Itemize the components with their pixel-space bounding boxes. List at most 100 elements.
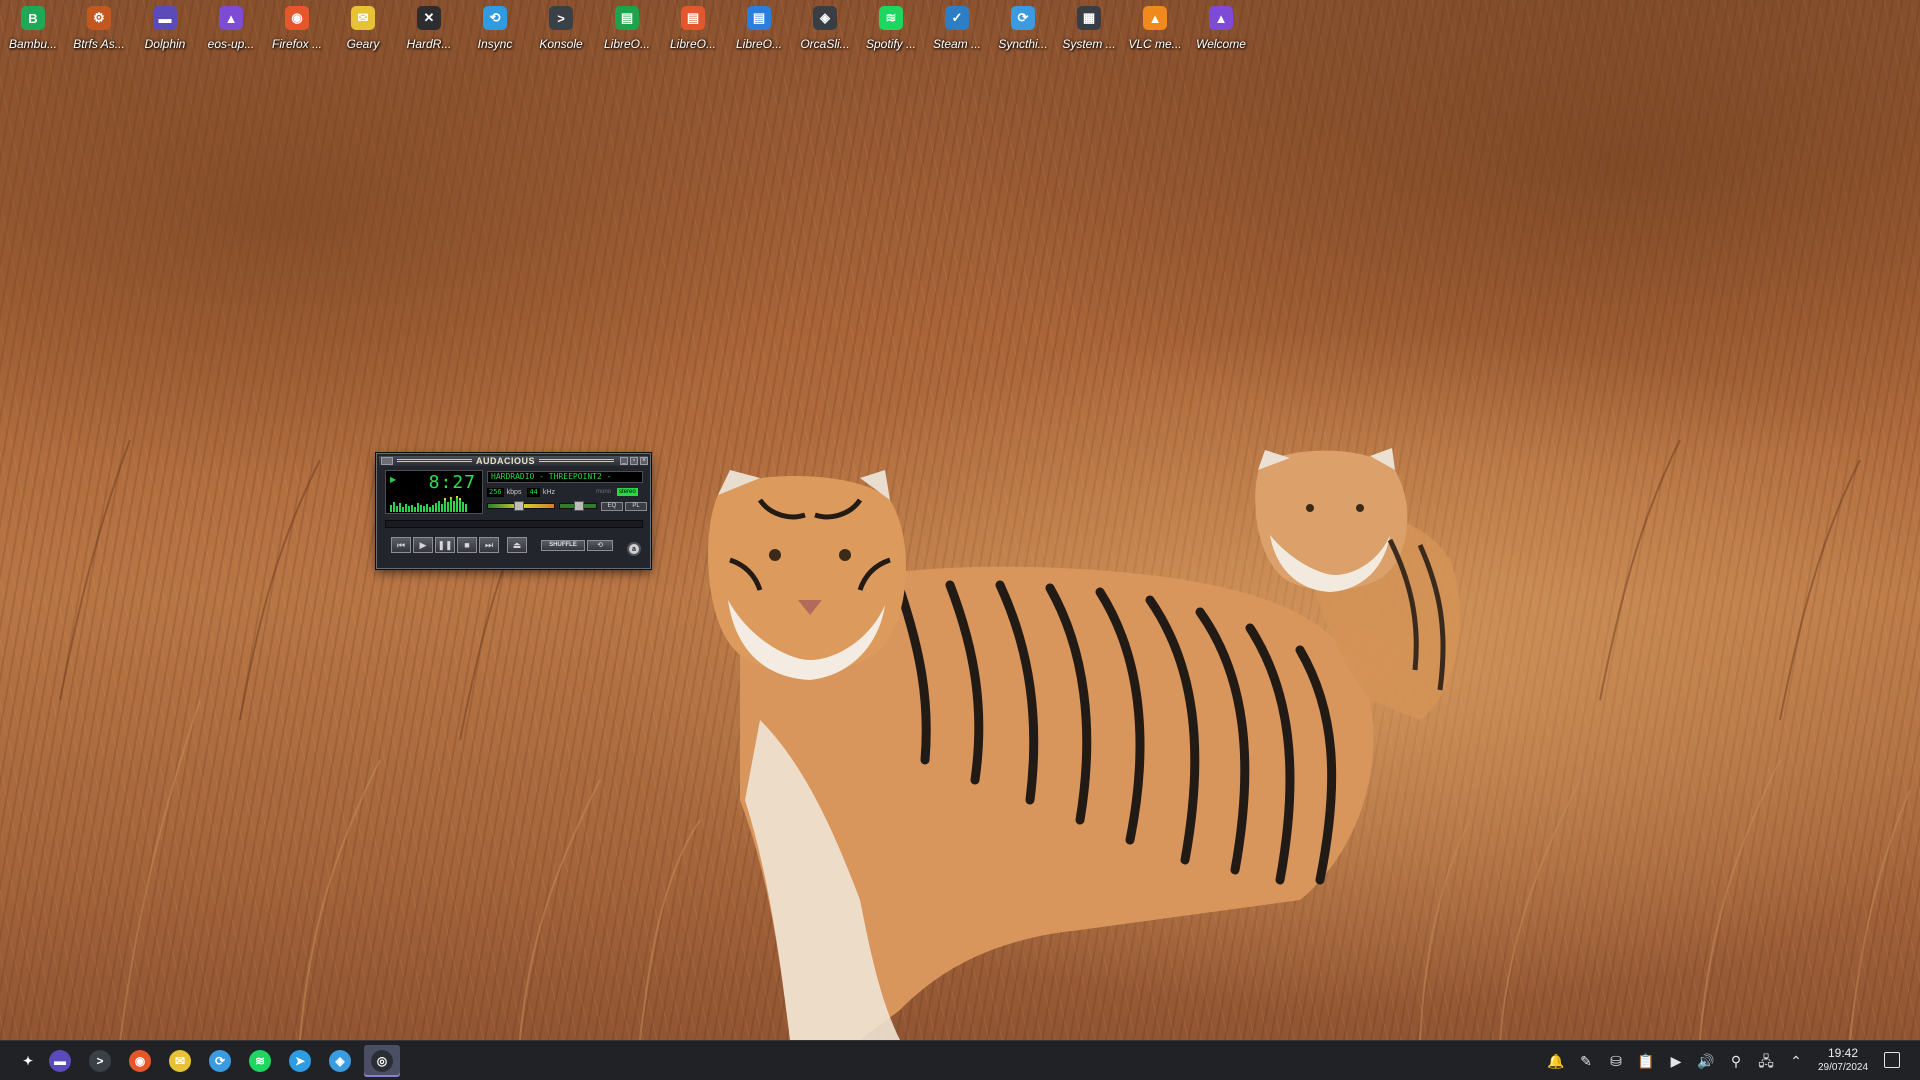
- media-player-icon[interactable]: ▶: [1666, 1051, 1686, 1071]
- desktop-icon-label: HardR...: [406, 37, 452, 51]
- desktop-icon[interactable]: > Konsole: [528, 4, 594, 56]
- syncthing-icon: ⟳: [209, 1050, 231, 1072]
- minimize-icon[interactable]: _: [620, 457, 629, 465]
- feather-updates-icon[interactable]: ✎: [1576, 1051, 1596, 1071]
- tray-expand-chevron-icon[interactable]: ⌃: [1786, 1051, 1806, 1071]
- seek-bar[interactable]: [385, 520, 643, 528]
- desktop-icon[interactable]: ✉ Geary: [330, 4, 396, 56]
- usb-device-icon[interactable]: ⚲: [1726, 1051, 1746, 1071]
- eject-button[interactable]: ⏏: [507, 537, 527, 553]
- song-title-marquee[interactable]: HARDRADIO - THREEPOINT2 -: [487, 471, 643, 483]
- desktop-icon-label: Insync: [477, 37, 513, 51]
- samplerate-unit: kHz: [542, 488, 555, 496]
- playback-controls: ⏮ ▶ ❚❚ ■ ⏭ ⏏: [391, 537, 529, 553]
- previous-button[interactable]: ⏮: [391, 537, 411, 553]
- dolphin-folder-icon: ▬: [153, 6, 177, 30]
- geary-mail-icon: ✉: [351, 6, 375, 30]
- desktop-icon-label: Steam ...: [932, 37, 982, 51]
- stream-info: 256 kbps 44 kHz: [487, 487, 561, 497]
- desktop-icon[interactable]: ✕ HardR...: [396, 4, 462, 56]
- desktop-icon[interactable]: ▬ Dolphin: [132, 4, 198, 56]
- firefox-icon: ◉: [129, 1050, 151, 1072]
- show-desktop-icon[interactable]: [1884, 1052, 1900, 1068]
- playlist-toggle[interactable]: PL: [625, 502, 647, 511]
- play-icon: ▶: [419, 539, 427, 550]
- desktop-icon-label: Geary: [346, 37, 380, 51]
- next-button[interactable]: ⏭: [479, 537, 499, 553]
- libreoffice-calc-icon: ▤: [615, 6, 639, 30]
- stop-button[interactable]: ■: [457, 537, 477, 553]
- play-button[interactable]: ▶: [413, 537, 433, 553]
- desktop-icon[interactable]: ▤ LibreO...: [660, 4, 726, 56]
- desktop-icon-label: OrcaSli...: [800, 37, 850, 51]
- taskbar-app-button[interactable]: ▬: [42, 1045, 78, 1077]
- desktop-icon[interactable]: ⟲ Insync: [462, 4, 528, 56]
- desktop-icons: B Bambu... ⚙ Btrfs As... ▬ Dolphin ▲ eos-up... ◉…: [0, 4, 1254, 56]
- taskbar-app-button[interactable]: ◎: [364, 1045, 400, 1077]
- audacious-player-window[interactable]: AUDACIOUS _ ▫ × ▶ 8:27 HARDRADIO - THREE…: [376, 453, 651, 569]
- notifications-bell-icon[interactable]: 🔔: [1546, 1051, 1566, 1071]
- stop-icon: ■: [464, 540, 470, 550]
- desktop-icon-label: System ...: [1062, 37, 1116, 51]
- shade-icon[interactable]: ▫: [630, 457, 639, 465]
- audacious-icon: ◎: [371, 1050, 393, 1072]
- desktop-icon-label: Spotify ...: [865, 37, 917, 51]
- clock-date: 29/07/2024: [1817, 1062, 1869, 1073]
- desktop-icon[interactable]: ▲ eos-up...: [198, 4, 264, 56]
- desktop-icon[interactable]: ▲ Welcome: [1188, 4, 1254, 56]
- taskbar-app-button[interactable]: ≋: [242, 1045, 278, 1077]
- shuffle-button[interactable]: SHUFFLE: [541, 540, 585, 551]
- volume-slider-knob[interactable]: [514, 501, 525, 511]
- taskbar-app-button[interactable]: ➤: [282, 1045, 318, 1077]
- desktop-icon[interactable]: ≋ Spotify ...: [858, 4, 924, 56]
- pause-button[interactable]: ❚❚: [435, 537, 455, 553]
- audacious-logo-icon[interactable]: a: [627, 542, 641, 556]
- desktop-icon[interactable]: ◉ Firefox ...: [264, 4, 330, 56]
- desktop-icon[interactable]: ▤ LibreO...: [726, 4, 792, 56]
- play-indicator-icon: ▶: [390, 475, 397, 484]
- repeat-button[interactable]: ⟲: [587, 540, 613, 551]
- visualizer[interactable]: [390, 494, 478, 512]
- player-menu-icon[interactable]: [381, 457, 393, 465]
- insync-icon: ⟲: [483, 6, 507, 30]
- desktop-icon[interactable]: ▦ System ...: [1056, 4, 1122, 56]
- taskbar-app-button[interactable]: >: [82, 1045, 118, 1077]
- desktop-icon[interactable]: B Bambu...: [0, 4, 66, 56]
- clipboard-icon[interactable]: 📋: [1636, 1051, 1656, 1071]
- desktop-icon-label: Konsole: [539, 37, 583, 51]
- disk-drive-icon[interactable]: ⛁: [1606, 1051, 1626, 1071]
- desktop-icon[interactable]: ▲ VLC me...: [1122, 4, 1188, 56]
- desktop-icon[interactable]: ◈ OrcaSli...: [792, 4, 858, 56]
- desktop-icon-label: Welcome: [1196, 37, 1246, 51]
- close-icon[interactable]: ×: [640, 457, 649, 465]
- desktop-icon[interactable]: ▤ LibreO...: [594, 4, 660, 56]
- system-monitor-icon: ▦: [1077, 6, 1101, 30]
- taskbar-app-button[interactable]: ◈: [322, 1045, 358, 1077]
- time-display[interactable]: ▶ 8:27: [385, 470, 483, 514]
- konsole-terminal-icon: >: [89, 1050, 111, 1072]
- player-titlebar[interactable]: AUDACIOUS _ ▫ ×: [379, 456, 649, 466]
- balance-slider-knob[interactable]: [574, 501, 584, 511]
- balance-slider[interactable]: [559, 501, 597, 511]
- desktop-icon-label: LibreO...: [735, 37, 783, 51]
- volume-icon[interactable]: 🔊: [1696, 1051, 1716, 1071]
- network-icon[interactable]: 🖧: [1756, 1051, 1776, 1071]
- elapsed-time[interactable]: 8:27: [429, 472, 476, 493]
- taskbar-app-button[interactable]: ✉: [162, 1045, 198, 1077]
- taskbar-app-button[interactable]: ⟳: [202, 1045, 238, 1077]
- desktop-icon-label: Syncthi...: [998, 37, 1048, 51]
- stereo-indicator: stereo: [617, 488, 638, 496]
- volume-slider[interactable]: [487, 501, 555, 511]
- welcome-icon: ▲: [1209, 6, 1233, 30]
- taskbar-app-button[interactable]: ✦: [10, 1045, 46, 1077]
- desktop-icon-label: Firefox ...: [271, 37, 322, 51]
- orcaslicer-icon: ◈: [329, 1050, 351, 1072]
- titlebar-stripes-right: [539, 459, 615, 463]
- desktop-icon[interactable]: ✓ Steam ...: [924, 4, 990, 56]
- desktop-icon[interactable]: ⟳ Syncthi...: [990, 4, 1056, 56]
- bambu-studio-icon: B: [21, 6, 45, 30]
- desktop-icon[interactable]: ⚙ Btrfs As...: [66, 4, 132, 56]
- clock[interactable]: 19:42 29/07/2024: [1816, 1046, 1870, 1074]
- equalizer-toggle[interactable]: EQ: [601, 502, 623, 511]
- taskbar-app-button[interactable]: ◉: [122, 1045, 158, 1077]
